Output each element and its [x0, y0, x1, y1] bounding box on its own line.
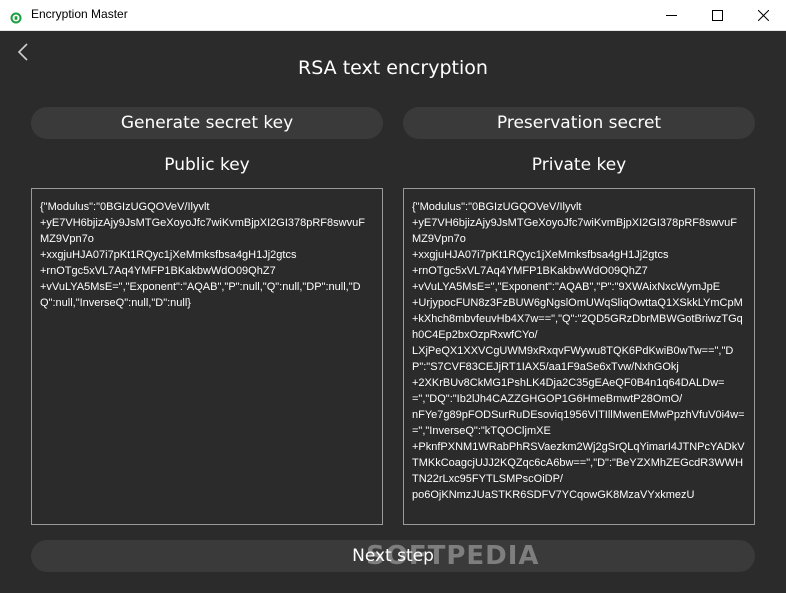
title-bar: Encryption Master: [0, 0, 786, 31]
public-key-text: {"Modulus":"0BGIzUGQOVeV/Ilyvlt +yE7VH6b…: [40, 201, 365, 309]
minimize-icon: [665, 10, 677, 21]
preservation-secret-button[interactable]: Preservation secret: [403, 107, 755, 139]
generate-secret-key-button[interactable]: Generate secret key: [31, 107, 383, 139]
close-icon: [757, 10, 769, 21]
window-title: Encryption Master: [31, 7, 128, 21]
minimize-button[interactable]: [648, 0, 694, 31]
private-key-label: Private key: [531, 155, 627, 175]
main-content: RSA text encryption Generate secret key …: [0, 31, 786, 593]
close-button[interactable]: [740, 0, 786, 31]
public-key-textarea[interactable]: {"Modulus":"0BGIzUGQOVeV/Ilyvlt +yE7VH6b…: [31, 188, 383, 525]
private-key-text: {"Modulus":"0BGIzUGQOVeV/Ilyvlt +yE7VH6b…: [412, 201, 745, 501]
maximize-icon: [711, 10, 723, 21]
page-title: RSA text encryption: [298, 57, 488, 79]
public-key-label: Public key: [164, 155, 250, 175]
maximize-button[interactable]: [694, 0, 740, 31]
lock-shield-icon: [10, 9, 22, 24]
next-step-button[interactable]: Next step: [31, 540, 755, 572]
private-key-textarea[interactable]: {"Modulus":"0BGIzUGQOVeV/Ilyvlt +yE7VH6b…: [403, 188, 755, 525]
